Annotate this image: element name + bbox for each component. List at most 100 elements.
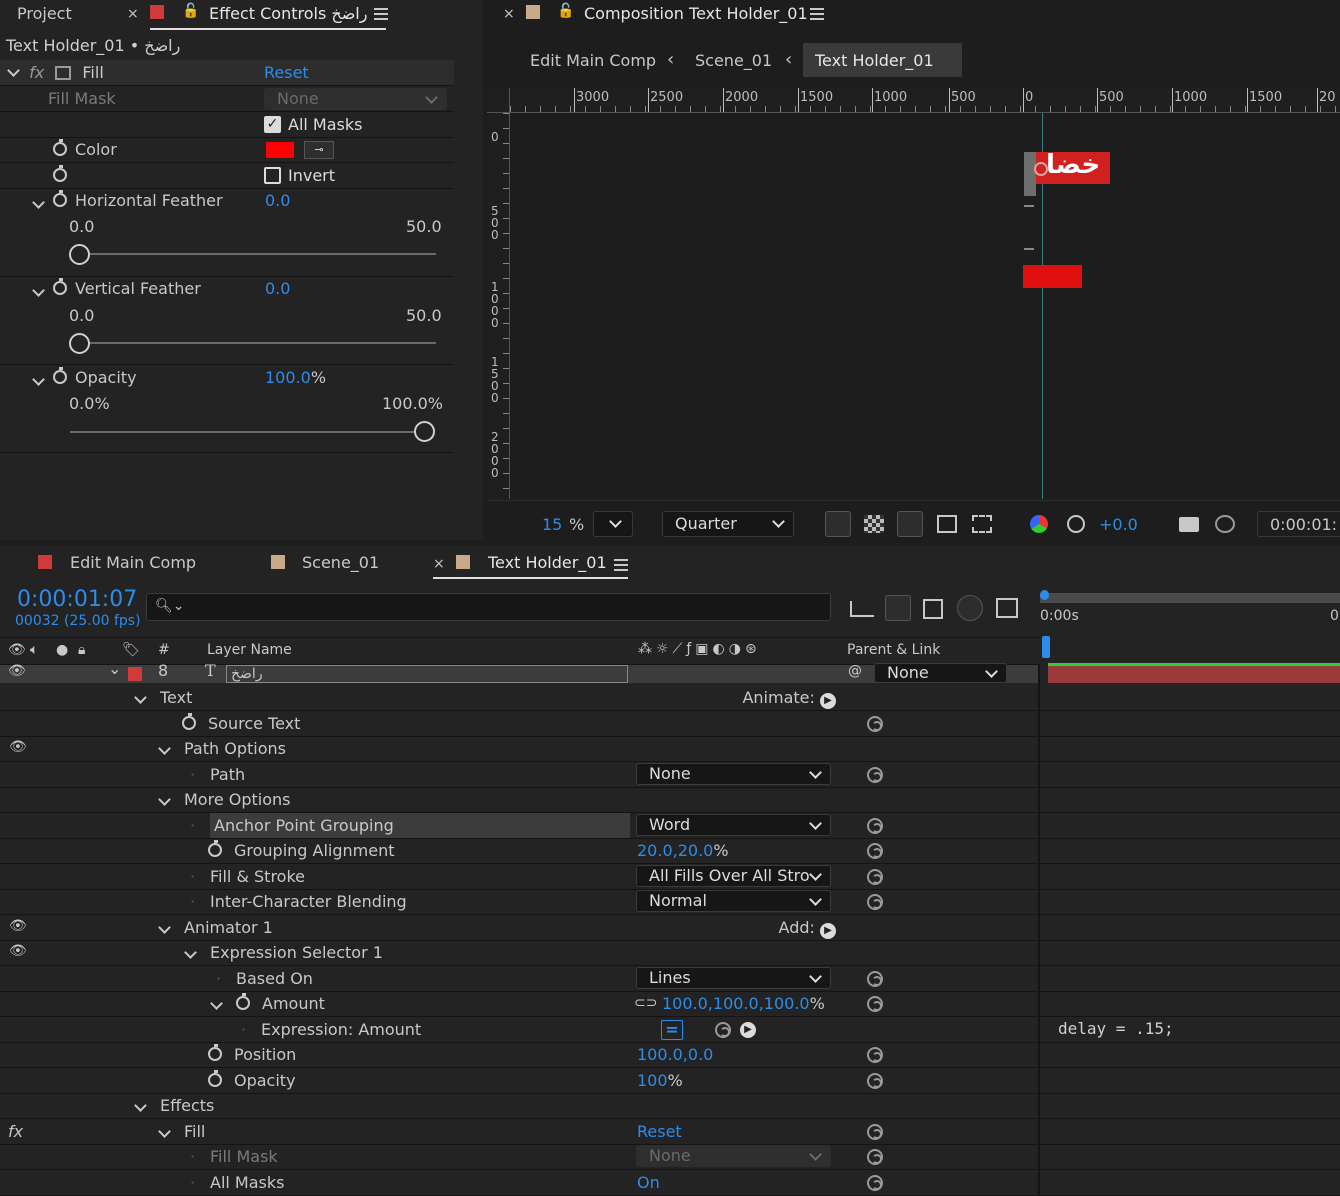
property-value[interactable]: 100.0,0.0 (637, 1045, 713, 1064)
expression-pickwhip-icon[interactable] (867, 1149, 883, 1165)
channels-icon[interactable] (1030, 515, 1048, 533)
horizontal-feather-value[interactable]: 0.0 (265, 188, 290, 213)
breadcrumb-edit-main-comp[interactable]: Edit Main Comp (530, 51, 656, 70)
property-row[interactable]: Grouping Alignment 20.0,20.0% (0, 838, 1040, 863)
guides-icon[interactable] (972, 515, 992, 533)
stopwatch-icon[interactable] (53, 278, 67, 295)
expression-pickwhip-icon[interactable] (867, 996, 883, 1012)
composition-canvas[interactable]: خضا (511, 113, 1340, 499)
property-row[interactable]: Opacity 100% (0, 1068, 1040, 1093)
expression-pickwhip-icon[interactable] (867, 1047, 883, 1063)
expression-pickwhip-icon[interactable] (867, 715, 883, 732)
composition-flowchart-icon[interactable] (850, 601, 874, 617)
expression-pickwhip-icon[interactable] (867, 843, 883, 859)
property-row[interactable]: Effects (0, 1093, 1040, 1118)
chevron-down-icon[interactable] (158, 793, 171, 806)
property-dropdown[interactable]: Lines (636, 966, 831, 989)
fast-preview-icon[interactable] (825, 511, 851, 537)
red-shape[interactable] (1023, 265, 1082, 288)
tab-edit-main-comp[interactable]: Edit Main Comp (70, 549, 196, 579)
expression-pickwhip-icon[interactable] (867, 868, 883, 885)
panel-menu-icon[interactable] (374, 8, 388, 20)
chevron-down-icon[interactable] (134, 1099, 147, 1112)
expression-enable-icon[interactable]: = (661, 1019, 683, 1040)
opacity-value[interactable]: 100.0 (265, 368, 311, 387)
tab-text-holder-01[interactable]: Text Holder_01 (488, 549, 607, 579)
chevron-down-icon[interactable] (184, 946, 197, 959)
current-timecode[interactable]: 0:00:01:07 (17, 587, 137, 612)
fx-icon[interactable]: fx (29, 63, 44, 82)
chevron-down-icon[interactable] (134, 691, 147, 704)
expression-pickwhip-icon[interactable] (867, 1123, 883, 1140)
expression-pickwhip-icon[interactable] (867, 766, 883, 783)
property-value[interactable]: 100 (637, 1071, 668, 1090)
layer-duration-bar[interactable] (1048, 663, 1340, 683)
chevron-down-icon[interactable] (32, 373, 45, 386)
stopwatch-icon[interactable] (53, 165, 67, 182)
lock-icon[interactable]: 🔓 (557, 3, 574, 19)
panel-menu-icon[interactable] (810, 8, 824, 20)
property-dropdown[interactable]: All Fills Over All Stro (636, 864, 831, 887)
fx-icon[interactable]: fx (8, 1119, 23, 1144)
eye-icon[interactable]: 👁︎ (9, 914, 27, 939)
invert-checkbox[interactable] (264, 167, 281, 184)
breadcrumb-scene-01[interactable]: Scene_01 (695, 51, 772, 70)
all-masks-checkbox[interactable]: ✓ (264, 116, 281, 133)
stopwatch-icon[interactable] (53, 190, 67, 207)
column-layer-name[interactable]: Layer Name (207, 642, 292, 658)
property-dropdown[interactable]: None (636, 762, 831, 785)
expression-pickwhip-icon[interactable] (867, 817, 883, 834)
stopwatch-icon[interactable] (208, 1044, 222, 1061)
color-swatch[interactable] (265, 141, 295, 159)
reset-link[interactable]: Reset (264, 60, 309, 85)
opacity-slider-knob[interactable] (414, 421, 435, 442)
parent-pickwhip-icon[interactable]: @ (848, 663, 862, 679)
property-row[interactable]: 👁︎ Expression Selector 1 (0, 940, 1040, 965)
graph-editor-icon[interactable] (996, 598, 1018, 618)
expression-pickwhip-icon[interactable] (867, 894, 883, 910)
expression-language-menu-icon[interactable]: ▶ (740, 1021, 756, 1038)
eye-icon[interactable]: 👁︎ (9, 735, 27, 760)
property-dropdown[interactable]: Normal (636, 890, 831, 912)
resolution-dropdown[interactable]: Quarter (662, 511, 794, 537)
property-row[interactable]: · Fill Mask None (0, 1144, 1040, 1169)
chevron-down-icon[interactable] (158, 742, 171, 755)
tab-project[interactable]: Project (17, 0, 72, 30)
chevron-down-icon[interactable] (32, 284, 45, 297)
reset-exposure-icon[interactable] (1067, 515, 1085, 533)
close-icon[interactable]: × (503, 6, 515, 22)
close-icon[interactable]: × (433, 556, 445, 572)
vertical-feather-slider-knob[interactable] (69, 333, 90, 354)
add-menu[interactable]: Add: ▶ (779, 915, 836, 940)
frame-blending-icon[interactable] (957, 595, 983, 621)
eye-icon[interactable]: 👁︎ (9, 939, 27, 964)
lock-icon[interactable]: 🔓 (182, 3, 199, 19)
layer-row[interactable]: 👁︎ ⌄ 8 T راضخ @ None (0, 659, 1040, 683)
property-row[interactable]: 👁︎ Path Options (0, 736, 1040, 761)
breadcrumb-text-holder-01[interactable]: Text Holder_01 (803, 43, 962, 77)
effect-fill-row[interactable]: fx Fill Reset (0, 60, 454, 85)
layer-name[interactable]: راضخ (226, 665, 628, 683)
eye-icon[interactable]: 👁︎ (8, 663, 26, 679)
expression-pickwhip-icon[interactable] (867, 1174, 883, 1191)
property-value[interactable]: Reset (637, 1122, 682, 1141)
property-row[interactable]: 👁︎ Animator 1 Add: ▶ (0, 915, 1040, 940)
chevron-down-icon[interactable] (32, 196, 45, 209)
stopwatch-icon[interactable] (208, 840, 222, 857)
stopwatch-icon[interactable] (236, 993, 250, 1010)
property-row[interactable]: · Based On Lines (0, 966, 1040, 991)
snapshot-camera-icon[interactable] (1179, 517, 1199, 532)
property-row[interactable]: Amount 100.0,100.0,100.0% ⊂⊃ (0, 991, 1040, 1016)
horizontal-feather-slider-track[interactable] (80, 253, 436, 255)
property-row[interactable]: · Fill & Stroke All Fills Over All Stro (0, 864, 1040, 889)
tab-scene-01[interactable]: Scene_01 (302, 549, 379, 579)
chevron-down-icon[interactable] (7, 64, 20, 77)
transparency-grid-icon[interactable] (864, 515, 884, 533)
current-time-field[interactable]: 0:00:01: (1257, 511, 1340, 537)
zoom-value[interactable]: 15 (542, 515, 562, 534)
layer-label-color[interactable] (128, 667, 142, 681)
timeline-ruler[interactable]: 0:00s 0 (1040, 590, 1340, 665)
hide-shy-layers-icon[interactable] (923, 599, 943, 619)
property-row[interactable]: · Path None (0, 762, 1040, 787)
property-value[interactable]: 100.0,100.0,100.0 (662, 994, 810, 1013)
